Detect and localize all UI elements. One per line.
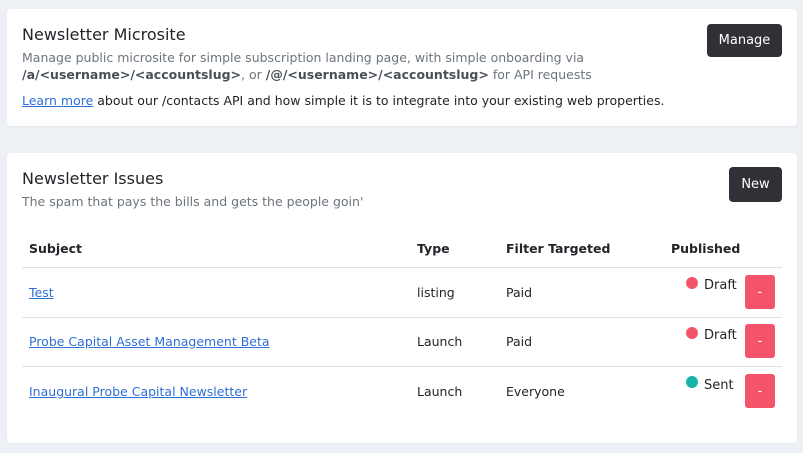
delete-issue-button[interactable]: - [745,324,775,358]
issues-subtitle: The spam that pays the bills and gets th… [22,194,364,209]
manage-button[interactable]: Manage [707,24,782,57]
issue-filter: Paid [506,334,533,349]
learn-more-line: Learn more about our /contacts API and h… [22,93,664,108]
microsite-desc-mid: , or [241,67,266,82]
row-divider [22,317,782,318]
status-dot-icon [686,327,698,339]
issue-filter: Paid [506,285,533,300]
status-badge: Draft [704,278,737,293]
column-header-type[interactable]: Type [417,241,450,256]
issue-type: Launch [417,384,463,399]
microsite-desc-pre: Manage public microsite for simple subsc… [22,50,585,65]
status-badge: Sent [704,378,734,393]
status-badge: Draft [704,328,737,343]
issue-subject-link[interactable]: Test [29,285,54,300]
microsite-desc-post: for API requests [488,67,592,82]
column-header-filter[interactable]: Filter Targeted [506,241,610,256]
microsite-path-b: /@/<username>/<accountslug> [265,67,489,82]
issues-title: Newsletter Issues [22,169,164,188]
table-header-divider [22,267,782,268]
column-header-published[interactable]: Published [671,241,740,256]
issue-subject-link[interactable]: Inaugural Probe Capital Newsletter [29,384,247,399]
column-header-subject[interactable]: Subject [29,241,82,256]
learn-more-link[interactable]: Learn more [22,93,93,108]
issue-filter: Everyone [506,384,565,399]
delete-issue-button[interactable]: - [745,374,775,408]
microsite-title: Newsletter Microsite [22,25,186,44]
status-dot-icon [686,376,698,388]
microsite-path-a: /a/<username>/<accountslug> [22,67,242,82]
delete-issue-button[interactable]: - [745,275,775,309]
issues-card: Newsletter Issues The spam that pays the… [7,153,797,443]
issue-type: Launch [417,334,463,349]
learn-more-text: about our /contacts API and how simple i… [93,93,665,108]
issue-type: listing [417,285,455,300]
microsite-description: Manage public microsite for simple subsc… [22,49,692,83]
microsite-card: Newsletter Microsite Manage Manage publi… [7,9,797,126]
row-divider [22,366,782,367]
issue-subject-link[interactable]: Probe Capital Asset Management Beta [29,334,270,349]
status-dot-icon [686,277,698,289]
new-issue-button[interactable]: New [729,167,782,202]
